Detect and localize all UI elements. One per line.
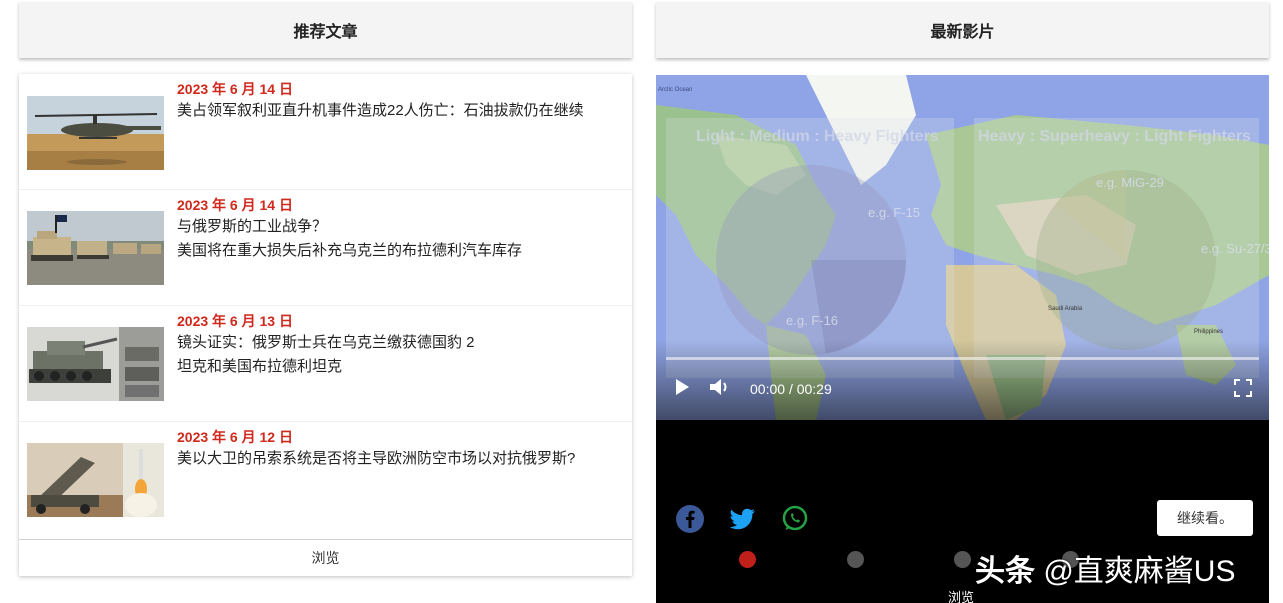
article-list: 2023 年 6 月 14 日 美占领军叙利亚直升机事件造成22人伤亡：石油拔款…	[19, 74, 632, 576]
video-progress-bar[interactable]	[666, 357, 1259, 360]
fullscreen-icon[interactable]	[1234, 379, 1252, 402]
watermark-brand: 头条	[975, 555, 1035, 588]
article-item[interactable]: 2023 年 6 月 13 日 镜头证实：俄罗斯士兵在乌克兰缴获德国豹 2 坦克…	[19, 306, 632, 422]
video-player: Light : Medium : Heavy Fighters Heavy : …	[656, 75, 1269, 603]
volume-icon[interactable]	[709, 377, 731, 402]
article-title[interactable]: 镜头证实：俄罗斯士兵在乌克兰缴获德国豹 2 坦克和美国布拉德利坦克	[177, 331, 620, 379]
latest-videos-section: 最新影片 Light: Medium: Heavy Fighters Hea…	[656, 2, 1269, 603]
map-label: Philippines	[1194, 329, 1223, 335]
time-current: 00:00	[750, 381, 786, 397]
article-item[interactable]: 2023 年 6 月 12 日 美以大卫的吊索系统是否将主导欧洲防空市场以对抗俄…	[19, 422, 632, 538]
leopard-tank-thumbnail[interactable]	[27, 327, 164, 401]
watermark-handle: @直爽麻酱US	[1043, 555, 1236, 588]
facebook-icon[interactable]	[675, 504, 705, 534]
article-item[interactable]: 2023 年 6 月 14 日 美占领军叙利亚直升机事件造成22人伤亡：石油拔款…	[19, 74, 632, 190]
play-icon[interactable]	[674, 377, 690, 402]
overlay-label: e.g. Su-27/30	[1201, 241, 1269, 256]
overlay-label: e.g. F-15	[868, 205, 920, 220]
carousel-dot-1[interactable]	[739, 551, 756, 568]
article-date: 2023 年 6 月 13 日	[177, 313, 293, 329]
carousel-dot-2[interactable]	[847, 551, 864, 568]
twitter-icon[interactable]	[727, 504, 757, 534]
browse-videos-link[interactable]: 浏览	[948, 587, 974, 603]
article-date: 2023 年 6 月 12 日	[177, 429, 293, 445]
bradley-column-thumbnail[interactable]	[27, 211, 164, 285]
overlay-heading-left: Light : Medium : Heavy Fighters	[696, 128, 939, 145]
recommended-articles-header: 推荐文章	[19, 2, 632, 58]
toutiao-watermark: 头条 @直爽麻酱US	[975, 546, 1235, 590]
whatsapp-icon[interactable]	[780, 504, 810, 534]
article-date: 2023 年 6 月 14 日	[177, 197, 293, 213]
latest-videos-header: 最新影片	[656, 2, 1269, 58]
article-title[interactable]: 美以大卫的吊索系统是否将主导欧洲防空市场以对抗俄罗斯?	[177, 447, 620, 471]
video-frame[interactable]: Light : Medium : Heavy Fighters Heavy : …	[656, 75, 1269, 420]
recommended-articles-section: 推荐文章 2023 年 6 月 14 日 美占领军叙利亚直升机事件造成22人伤亡…	[19, 2, 632, 576]
map-label: Arctic Ocean	[658, 87, 692, 93]
overlay-label: e.g. F-16	[786, 313, 838, 328]
browse-articles-link[interactable]: 浏览	[19, 539, 632, 576]
map-label: Saudi Arabia	[1048, 306, 1083, 312]
time-total: 00:29	[796, 381, 832, 397]
overlay-label: e.g. MiG-29	[1096, 175, 1164, 190]
time-separator: /	[788, 381, 793, 397]
helicopter-thumbnail[interactable]	[27, 96, 164, 170]
continue-watching-button[interactable]: 继续看。	[1157, 500, 1253, 536]
article-item[interactable]: 2023 年 6 月 14 日 与俄罗斯的工业战争？ 美国将在重大损失后补充乌克…	[19, 190, 632, 306]
carousel-dot-3[interactable]	[954, 551, 971, 568]
article-date: 2023 年 6 月 14 日	[177, 81, 293, 97]
video-time-display: 00:00 / 00:29	[750, 381, 832, 397]
overlay-heading-right: Heavy : Superheavy : Light Fighters	[978, 128, 1251, 145]
article-title[interactable]: 美占领军叙利亚直升机事件造成22人伤亡：石油拔款仍在继续	[177, 99, 620, 123]
missile-launcher-thumbnail[interactable]	[27, 443, 164, 517]
controls-shade	[656, 340, 1269, 420]
article-title[interactable]: 与俄罗斯的工业战争？ 美国将在重大损失后补充乌克兰的布拉德利汽车库存	[177, 215, 620, 263]
